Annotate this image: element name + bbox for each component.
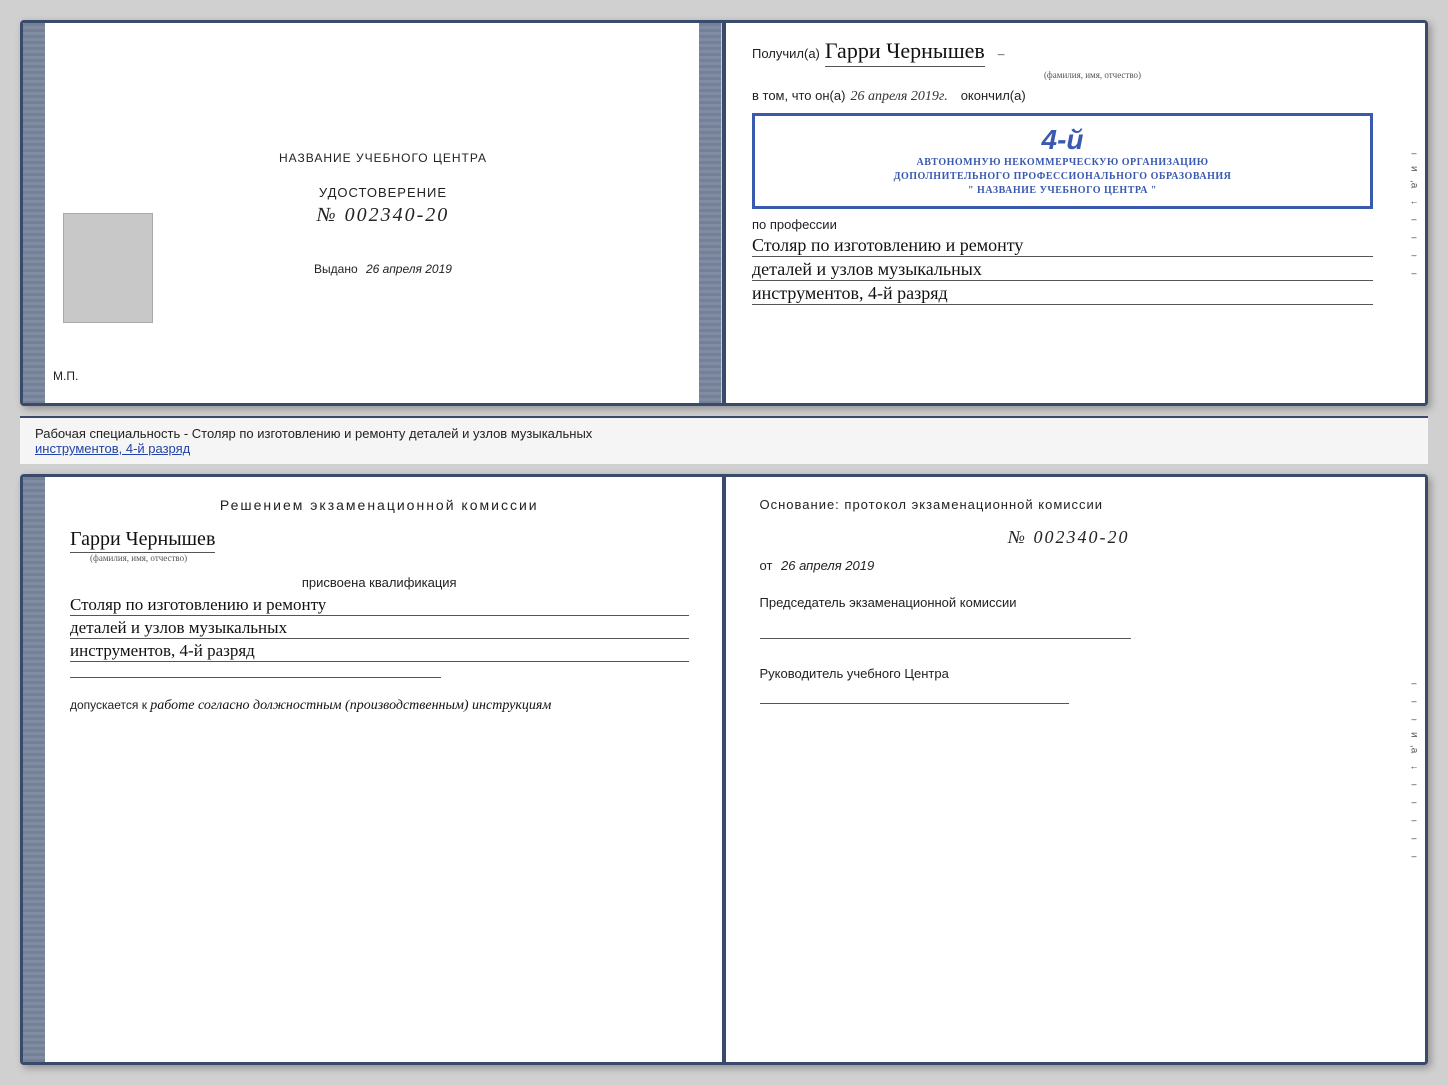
bdash6: – <box>1411 815 1416 825</box>
bdash8: – <box>1411 851 1416 861</box>
desc-line1: Рабочая специальность - Столяр по изгото… <box>35 426 592 441</box>
side-marks-bottom: – – – и ,а ← – – – – – <box>1403 477 1425 1062</box>
stamp-line1: АВТОНОМНУЮ НЕКОММЕРЧЕСКУЮ ОРГАНИЗАЦИЮ <box>767 156 1358 170</box>
dash4: – <box>1411 250 1416 260</box>
letter-i: и <box>1409 166 1420 172</box>
barrow-mark: ← <box>1410 761 1419 771</box>
texture-left-bottom <box>23 477 45 1062</box>
dash3: – <box>1411 232 1416 242</box>
predsedatel-sig-line <box>760 638 1131 639</box>
bottom-right-content: Основание: протокол экзаменационной коми… <box>760 497 1379 704</box>
stamp-box: 4-й АВТОНОМНУЮ НЕКОММЕРЧЕСКУЮ ОРГАНИЗАЦИ… <box>752 113 1373 209</box>
ot-date: 26 апреля 2019 <box>781 558 874 573</box>
bdash5: – <box>1411 797 1416 807</box>
recipient-name-bottom-wrapper: Гарри Чернышев <box>70 528 689 551</box>
mp-label: М.П. <box>53 369 78 383</box>
bletter-a: ,а <box>1409 745 1420 753</box>
top-left-page: НАЗВАНИЕ УЧЕБНОГО ЦЕНТРА УДОСТОВЕРЕНИЕ №… <box>23 23 722 403</box>
stamp-number: 4-й <box>767 124 1358 156</box>
bdash3: – <box>1411 714 1416 724</box>
poluchil-label: Получил(а) <box>752 46 820 61</box>
desc-line2: инструментов, 4-й разряд <box>35 441 190 456</box>
top-right-page: Получил(а) Гарри Чернышев – (фамилия, им… <box>722 23 1425 403</box>
ot-line: от 26 апреля 2019 <box>760 558 1379 573</box>
dopuskaetsya-text: работе согласно должностным (производств… <box>150 698 551 713</box>
udostoverenie-title: УДОСТОВЕРЕНИЕ <box>317 185 450 200</box>
qual-line3: инструментов, 4-й разряд <box>70 641 689 662</box>
osnovanie-title: Основание: протокол экзаменационной коми… <box>760 497 1379 512</box>
bottom-left-page: Решением экзаменационной комиссии Гарри … <box>23 477 725 1062</box>
recipient-name-top: Гарри Чернышев <box>825 38 985 67</box>
center-title: НАЗВАНИЕ УЧЕБНОГО ЦЕНТРА <box>279 151 487 165</box>
photo-placeholder <box>63 213 153 323</box>
profession-line2: деталей и узлов музыкальных <box>752 259 1373 281</box>
vtom-label: в том, что он(а) <box>752 88 845 103</box>
left-content: НАЗВАНИЕ УЧЕБНОГО ЦЕНТРА УДОСТОВЕРЕНИЕ №… <box>279 43 487 383</box>
bdash2: – <box>1411 696 1416 706</box>
arrow-mark: ← <box>1410 196 1419 206</box>
sig-line-bottom <box>70 677 441 678</box>
dash1: – <box>1411 148 1416 158</box>
description-text: Рабочая специальность - Столяр по изгото… <box>20 416 1428 464</box>
dash2: – <box>1411 214 1416 224</box>
fio-hint-bottom: (фамилия, имя, отчество) <box>90 553 689 563</box>
bottom-right-page: Основание: протокол экзаменационной коми… <box>725 477 1426 1062</box>
po-professii-label: по профессии <box>752 217 1373 232</box>
rukovoditel-label: Руководитель учебного Центра <box>760 666 949 681</box>
qual-line1: Столяр по изготовлению и ремонту <box>70 595 689 616</box>
texture-left <box>23 23 45 403</box>
rukovoditel-block: Руководитель учебного Центра <box>760 664 1379 705</box>
side-marks-top: – и ,а ← – – – – <box>1403 23 1425 403</box>
bdash1: – <box>1411 678 1416 688</box>
prisvoena-label: присвоена квалификация <box>70 575 689 590</box>
bottom-left-content: Решением экзаменационной комиссии Гарри … <box>70 497 689 714</box>
qual-line2: деталей и узлов музыкальных <box>70 618 689 639</box>
udostoverenie-num: № 002340-20 <box>317 204 450 227</box>
profession-line1: Столяр по изготовлению и ремонту <box>752 235 1373 257</box>
dopuskaetsya-line: допускается к работе согласно должностны… <box>70 698 689 714</box>
udostoverenie-block: УДОСТОВЕРЕНИЕ № 002340-20 <box>317 185 450 227</box>
texture-right-left-page <box>699 23 721 403</box>
right-content: Получил(а) Гарри Чернышев – (фамилия, им… <box>752 38 1373 305</box>
fio-hint-top: (фамилия, имя, отчество) <box>812 70 1373 80</box>
predsedatel-block: Председатель экзаменационной комиссии <box>760 593 1379 639</box>
stamp-line3: " НАЗВАНИЕ УЧЕБНОГО ЦЕНТРА " <box>767 184 1358 198</box>
page-wrapper: НАЗВАНИЕ УЧЕБНОГО ЦЕНТРА УДОСТОВЕРЕНИЕ №… <box>0 0 1448 1085</box>
bdash7: – <box>1411 833 1416 843</box>
diploma-book-bottom: Решением экзаменационной комиссии Гарри … <box>20 474 1428 1065</box>
okonchil-label: окончил(а) <box>961 88 1026 103</box>
profession-line3: инструментов, 4-й разряд <box>752 283 1373 305</box>
ot-label: от <box>760 558 773 573</box>
reshen-title: Решением экзаменационной комиссии <box>70 497 689 513</box>
bletter-i: и <box>1409 732 1420 738</box>
protocol-num: № 002340-20 <box>760 527 1379 548</box>
vydano-date: 26 апреля 2019 <box>366 262 452 276</box>
recipient-name-bottom: Гарри Чернышев <box>70 528 215 553</box>
vydano-label: Выдано <box>314 262 358 276</box>
rukovoditel-sig-line <box>760 703 1069 704</box>
stamp-line2: ДОПОЛНИТЕЛЬНОГО ПРОФЕССИОНАЛЬНОГО ОБРАЗО… <box>767 170 1358 184</box>
diploma-book-top: НАЗВАНИЕ УЧЕБНОГО ЦЕНТРА УДОСТОВЕРЕНИЕ №… <box>20 20 1428 406</box>
predsedatel-label: Председатель экзаменационной комиссии <box>760 595 1017 610</box>
dash5: – <box>1411 268 1416 278</box>
vydano-line: Выдано 26 апреля 2019 <box>314 262 452 276</box>
vtom-line: в том, что он(а) 26 апреля 2019г. окончи… <box>752 88 1373 105</box>
date-handwritten: 26 апреля 2019г. <box>850 89 947 105</box>
poluchil-line: Получил(а) Гарри Чернышев – <box>752 38 1373 67</box>
letter-a: ,а <box>1409 180 1420 188</box>
dopuskaetsya-label: допускается к <box>70 698 147 712</box>
bdash4: – <box>1411 779 1416 789</box>
